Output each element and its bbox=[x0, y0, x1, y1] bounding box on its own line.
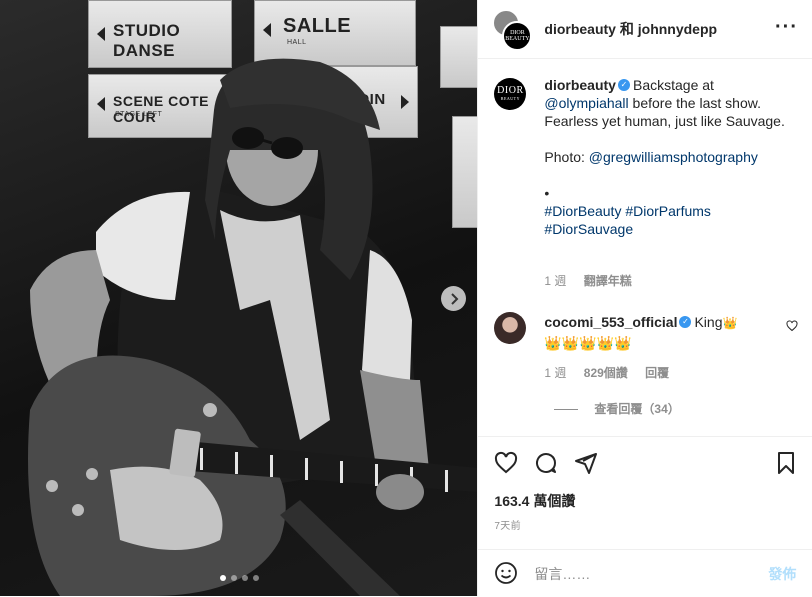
post-like-count[interactable]: 163.4 萬個讚 bbox=[494, 491, 575, 511]
post-authors[interactable]: diorbeauty 和 johnnydepp bbox=[544, 19, 717, 39]
see-translation-link[interactable]: 翻譯年糕 bbox=[584, 274, 632, 288]
hashtag-links[interactable]: #DiorBeauty #DiorParfums #DiorSauvage bbox=[544, 203, 711, 237]
collab-avatars[interactable]: DIOR BEAUTY bbox=[492, 9, 533, 51]
avatar[interactable]: DIOR BEAUTY bbox=[494, 78, 527, 110]
post-header: DIOR BEAUTY diorbeauty 和 johnnydepp ··· bbox=[478, 0, 812, 59]
crown-emoji: 👑 bbox=[722, 316, 738, 330]
photo-credit-label: Photo: bbox=[544, 149, 589, 165]
avatar-logo-subtext: BEAUTY bbox=[500, 96, 521, 101]
comment-body: King bbox=[694, 314, 723, 330]
caption-body: Backstage at bbox=[632, 77, 714, 93]
timestamp: 1 週 bbox=[544, 274, 567, 288]
post-comment-button[interactable]: 發佈 bbox=[768, 564, 796, 584]
chevron-right-icon bbox=[450, 292, 458, 305]
mention-link[interactable]: @olympiahall bbox=[544, 95, 628, 111]
avatar: DIOR BEAUTY bbox=[502, 21, 533, 51]
comment-bubble-icon[interactable] bbox=[534, 451, 558, 475]
post-side-panel: DIOR BEAUTY diorbeauty 和 johnnydepp ··· D… bbox=[477, 0, 812, 596]
post-timestamp: 7天前 bbox=[494, 521, 521, 532]
carousel-dot bbox=[231, 575, 237, 581]
share-send-icon[interactable] bbox=[574, 451, 598, 475]
reply-button[interactable]: 回覆 bbox=[645, 366, 669, 380]
carousel-indicator bbox=[220, 575, 259, 581]
caption-bullet: • bbox=[544, 185, 550, 201]
mention-link[interactable]: @gregwilliamsphotography bbox=[589, 149, 758, 165]
verified-badge-icon: ✓ bbox=[679, 316, 692, 329]
instagram-post-view: STUDIO DANSE SALLE HALL SCENE COTE COUR … bbox=[0, 0, 812, 596]
comment-like-heart-icon[interactable] bbox=[786, 320, 798, 332]
comment-text: cocomi_553_official ✓ King👑 👑👑👑👑👑 bbox=[544, 312, 774, 353]
emoji-icon[interactable] bbox=[494, 561, 518, 585]
timestamp: 1 週 bbox=[544, 366, 567, 380]
avatar-logo-subtext: BEAUTY bbox=[505, 36, 530, 42]
comment-username[interactable]: cocomi_553_official bbox=[544, 314, 677, 330]
view-replies-button[interactable]: 查看回覆（34） bbox=[554, 400, 679, 417]
carousel-next-button[interactable] bbox=[441, 286, 466, 311]
comments-section: DIOR BEAUTY diorbeauty ✓ Backstage at @oly… bbox=[478, 66, 812, 436]
carousel-dot bbox=[220, 575, 226, 581]
caption-username[interactable]: diorbeauty bbox=[544, 77, 616, 93]
more-options-icon[interactable]: ··· bbox=[775, 17, 798, 37]
comment-meta: 1 週 829個讚 回覆 bbox=[544, 364, 683, 381]
carousel-dot bbox=[253, 575, 259, 581]
avatar[interactable] bbox=[494, 312, 527, 344]
carousel-dot bbox=[242, 575, 248, 581]
caption-meta: 1 週 翻譯年糕 bbox=[544, 272, 645, 289]
avatar-logo-text: DIOR bbox=[497, 85, 524, 96]
like-heart-icon[interactable] bbox=[494, 451, 518, 475]
comment-input[interactable] bbox=[532, 562, 737, 586]
save-bookmark-icon[interactable] bbox=[774, 451, 798, 475]
comment-like-count[interactable]: 829個讚 bbox=[584, 366, 628, 380]
crown-emojis: 👑👑👑👑👑 bbox=[544, 335, 632, 351]
verified-badge-icon: ✓ bbox=[617, 79, 630, 92]
post-actions: 163.4 萬個讚 7天前 bbox=[478, 436, 812, 532]
person-with-guitar-illustration bbox=[28, 58, 478, 596]
post-photo[interactable]: STUDIO DANSE SALLE HALL SCENE COTE COUR … bbox=[0, 0, 478, 596]
add-comment-bar: 發佈 bbox=[478, 549, 812, 597]
caption-text: diorbeauty ✓ Backstage at @olympiahall bef… bbox=[544, 76, 794, 238]
